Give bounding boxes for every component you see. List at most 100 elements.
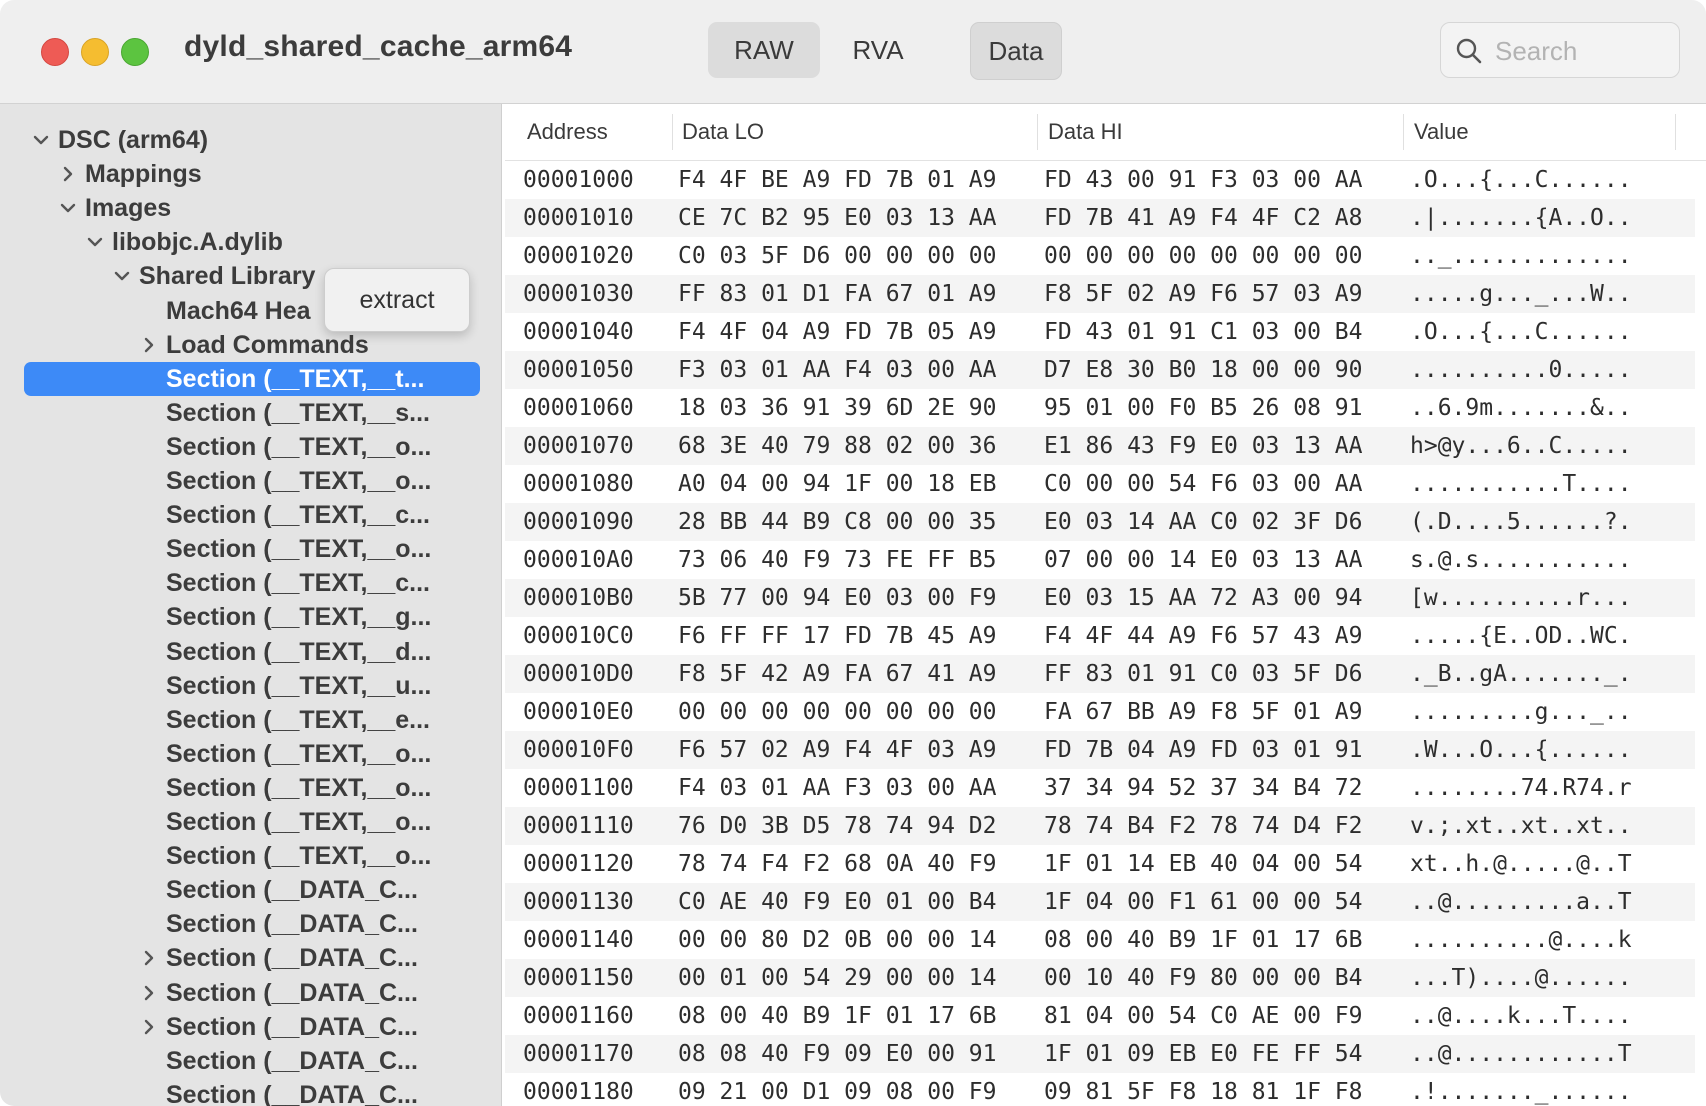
sidebar-tree-item[interactable]: Section (__TEXT,__e... <box>166 703 430 737</box>
chevron-right-icon[interactable] <box>138 328 160 362</box>
data-lo-cell: 08 08 40 F9 09 E0 00 91 <box>678 1041 997 1067</box>
sidebar-tree-item[interactable]: Section (__TEXT,__c... <box>166 566 430 600</box>
sidebar-tree-item[interactable]: Section (__DATA_C... <box>166 1078 418 1106</box>
table-row[interactable]: 000010E0 00 00 00 00 00 00 00 00 FA 67 BB … <box>505 693 1695 731</box>
address-cell: 00001010 <box>523 205 634 231</box>
sidebar-tree-item[interactable]: Section (__DATA_C... <box>166 941 418 975</box>
table-row[interactable]: 00001120 78 74 F4 F2 68 0A 40 F9 1F 01 14 … <box>505 845 1695 883</box>
table-row[interactable]: 00001100 F4 03 01 AA F3 03 00 AA 37 34 94 … <box>505 769 1695 807</box>
column-separator[interactable] <box>1403 114 1404 150</box>
chevron-down-icon[interactable] <box>84 225 106 259</box>
chevron-right-icon[interactable] <box>138 941 160 975</box>
data-hi-cell: 78 74 B4 F2 78 74 D4 F2 <box>1044 813 1363 839</box>
table-row[interactable]: 000010F0 F6 57 02 A9 F4 4F 03 A9 FD 7B 04 … <box>505 731 1695 769</box>
column-header-data-lo[interactable]: Data LO <box>682 104 764 160</box>
table-row[interactable]: 000010B0 5B 77 00 94 E0 03 00 F9 E0 03 15 … <box>505 579 1695 617</box>
table-row[interactable]: 00001060 18 03 36 91 39 6D 2E 90 95 01 00 … <box>505 389 1695 427</box>
table-row[interactable]: 00001000 F4 4F BE A9 FD 7B 01 A9 FD 43 00 … <box>505 161 1695 199</box>
data-lo-cell: A0 04 00 94 1F 00 18 EB <box>678 471 997 497</box>
sidebar-tree-item[interactable]: Section (__DATA_C... <box>166 1010 418 1044</box>
sidebar-tree-item[interactable]: Section (__TEXT,__o... <box>166 532 431 566</box>
sidebar-tree-item[interactable]: Section (__TEXT,__d... <box>166 635 431 669</box>
table-row[interactable]: 000010C0 F6 FF FF 17 FD 7B 45 A9 F4 4F 44 … <box>505 617 1695 655</box>
data-lo-cell: C0 AE 40 F9 E0 01 00 B4 <box>678 889 997 915</box>
table-row[interactable]: 00001090 28 BB 44 B9 C8 00 00 35 E0 03 14 … <box>505 503 1695 541</box>
sidebar-tree-item[interactable]: Mappings <box>85 157 202 191</box>
table-row[interactable]: 00001070 68 3E 40 79 88 02 00 36 E1 86 43 … <box>505 427 1695 465</box>
table-row[interactable]: 00001040 F4 4F 04 A9 FD 7B 05 A9 FD 43 01 … <box>505 313 1695 351</box>
sidebar-tree-item[interactable]: Section (__DATA_C... <box>166 873 418 907</box>
table-row[interactable]: 00001110 76 D0 3B D5 78 74 94 D2 78 74 B4 … <box>505 807 1695 845</box>
chevron-right-icon[interactable] <box>57 157 79 191</box>
address-cell: 00001040 <box>523 319 634 345</box>
close-window-button[interactable] <box>41 38 69 66</box>
sidebar-tree-item[interactable]: Load Commands <box>166 328 369 362</box>
sidebar-tree-item[interactable]: Section (__TEXT,__o... <box>166 430 431 464</box>
table-row[interactable]: 00001160 08 00 40 B9 1F 01 17 6B 81 04 00 … <box>505 997 1695 1035</box>
column-header-address[interactable]: Address <box>527 104 608 160</box>
data-lo-cell: 00 01 00 54 29 00 00 14 <box>678 965 997 991</box>
table-row[interactable]: 00001180 09 21 00 D1 09 08 00 F9 09 81 5F … <box>505 1073 1695 1106</box>
value-cell: s.@.s........... <box>1410 547 1632 573</box>
sidebar-tree-item[interactable]: Section (__TEXT,__t... <box>166 362 424 396</box>
tab-raw[interactable]: RAW <box>708 22 820 78</box>
sidebar-tree-item[interactable]: Images <box>85 191 171 225</box>
data-lo-cell: 78 74 F4 F2 68 0A 40 F9 <box>678 851 997 877</box>
sidebar-tree-item[interactable]: Section (__DATA_C... <box>166 976 418 1010</box>
table-row[interactable]: 00001010 CE 7C B2 95 E0 03 13 AA FD 7B 41 … <box>505 199 1695 237</box>
sidebar-tree-item[interactable]: Section (__TEXT,__o... <box>166 464 431 498</box>
search-field[interactable] <box>1440 22 1680 78</box>
table-row[interactable]: 00001020 C0 03 5F D6 00 00 00 00 00 00 00 … <box>505 237 1695 275</box>
column-separator[interactable] <box>1675 114 1676 150</box>
sidebar-tree-item[interactable]: Section (__TEXT,__o... <box>166 805 431 839</box>
search-input[interactable] <box>1493 33 1672 69</box>
value-cell: .....g..._...W.. <box>1410 281 1632 307</box>
table-row[interactable]: 000010A0 73 06 40 F9 73 FE FF B5 07 00 00 … <box>505 541 1695 579</box>
column-separator[interactable] <box>1037 114 1038 150</box>
sidebar-tree-item[interactable]: Section (__TEXT,__s... <box>166 396 430 430</box>
sidebar-tree-item[interactable]: Section (__TEXT,__g... <box>166 600 431 634</box>
data-hi-cell: FA 67 BB A9 F8 5F 01 A9 <box>1044 699 1363 725</box>
table-row[interactable]: 00001150 00 01 00 54 29 00 00 14 00 10 40 … <box>505 959 1695 997</box>
sidebar-tree-item[interactable]: Section (__TEXT,__o... <box>166 771 431 805</box>
table-row[interactable]: 00001080 A0 04 00 94 1F 00 18 EB C0 00 00 … <box>505 465 1695 503</box>
value-cell: ..........@....k <box>1410 927 1632 953</box>
tab-rva[interactable]: RVA <box>828 22 928 78</box>
extract-menu-item[interactable]: extract <box>324 268 470 332</box>
sidebar-tree-item[interactable]: Section (__TEXT,__o... <box>166 839 431 873</box>
address-cell: 00001090 <box>523 509 634 535</box>
column-header-data-hi[interactable]: Data HI <box>1048 104 1123 160</box>
minimize-window-button[interactable] <box>81 38 109 66</box>
chevron-down-icon[interactable] <box>111 259 133 293</box>
table-row[interactable]: 00001030 FF 83 01 D1 FA 67 01 A9 F8 5F 02 … <box>505 275 1695 313</box>
address-cell: 000010D0 <box>523 661 634 687</box>
table-row[interactable]: 00001140 00 00 80 D2 0B 00 00 14 08 00 40 … <box>505 921 1695 959</box>
table-row[interactable]: 00001170 08 08 40 F9 09 E0 00 91 1F 01 09 … <box>505 1035 1695 1073</box>
data-lo-cell: F4 4F 04 A9 FD 7B 05 A9 <box>678 319 997 345</box>
sidebar-tree-item[interactable]: Mach64 Hea <box>166 294 311 328</box>
table-header: Address Data LO Data HI Value <box>505 104 1706 161</box>
table-row[interactable]: 00001050 F3 03 01 AA F4 03 00 AA D7 E8 30 … <box>505 351 1695 389</box>
sidebar-tree-item[interactable]: libobjc.A.dylib <box>112 225 283 259</box>
search-icon <box>1456 38 1482 64</box>
sidebar-tree-item[interactable]: Section (__DATA_C... <box>166 1044 418 1078</box>
column-header-value[interactable]: Value <box>1414 104 1469 160</box>
table-row[interactable]: 00001130 C0 AE 40 F9 E0 01 00 B4 1F 04 00 … <box>505 883 1695 921</box>
address-cell: 000010F0 <box>523 737 634 763</box>
sidebar-tree-item[interactable]: Section (__TEXT,__c... <box>166 498 430 532</box>
sidebar-tree-item[interactable]: Shared Library <box>139 259 315 293</box>
data-lo-cell: F3 03 01 AA F4 03 00 AA <box>678 357 997 383</box>
zoom-window-button[interactable] <box>121 38 149 66</box>
table-row[interactable]: 000010D0 F8 5F 42 A9 FA 67 41 A9 FF 83 01 … <box>505 655 1695 693</box>
chevron-right-icon[interactable] <box>138 976 160 1010</box>
sidebar-tree-item[interactable]: Section (__TEXT,__o... <box>166 737 431 771</box>
data-lo-cell: 5B 77 00 94 E0 03 00 F9 <box>678 585 997 611</box>
column-separator[interactable] <box>672 114 673 150</box>
sidebar-tree-item[interactable]: Section (__DATA_C... <box>166 907 418 941</box>
chevron-down-icon[interactable] <box>57 191 79 225</box>
tab-data[interactable]: Data <box>970 22 1062 80</box>
chevron-down-icon[interactable] <box>30 123 52 157</box>
chevron-right-icon[interactable] <box>138 1010 160 1044</box>
sidebar-tree-item[interactable]: DSC (arm64) <box>58 123 208 157</box>
sidebar-tree-item[interactable]: Section (__TEXT,__u... <box>166 669 431 703</box>
